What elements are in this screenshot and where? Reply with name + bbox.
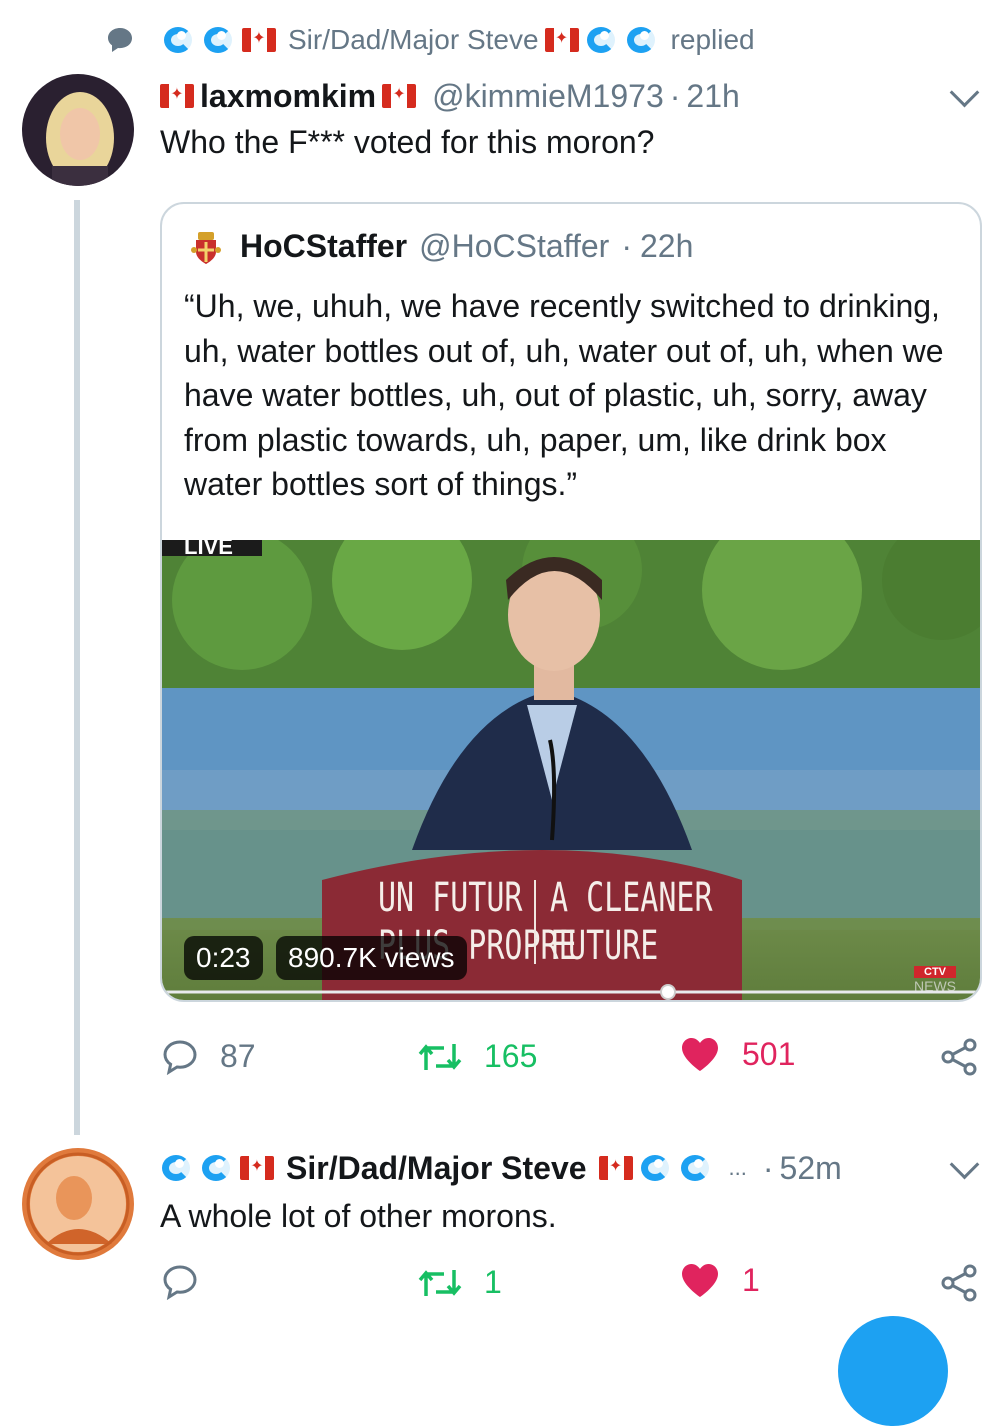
canada-flag-icon [160, 83, 194, 108]
chevron-down-icon[interactable] [949, 1149, 980, 1180]
context-user-name[interactable]: Sir/Dad/Major Steve [288, 24, 539, 56]
heart-icon [682, 1037, 718, 1071]
compose-fab[interactable] [838, 1316, 948, 1426]
retweet-button[interactable]: 1 [418, 1264, 502, 1301]
profile-photo-icon [22, 1148, 134, 1260]
retweet-icon [418, 1269, 462, 1296]
tweet-header: Sir/Dad/Major Steve ... · 52m [160, 1148, 842, 1188]
quoted-text: “Uh, we, uhuh, we have recently switched… [184, 288, 944, 502]
reply-button[interactable] [162, 1264, 220, 1300]
like-count: 501 [742, 1036, 796, 1072]
wave-emoji-icon [639, 1153, 673, 1183]
tweet-time[interactable]: 52m [780, 1150, 842, 1187]
share-icon[interactable] [940, 1264, 978, 1302]
video-views: 890.7K views [276, 936, 467, 980]
profile-photo-icon [22, 74, 134, 186]
quoted-header: HoCStaffer @HoCStaffer · 22h [240, 228, 693, 265]
canada-flag-icon [598, 1155, 633, 1180]
network-logo: CTV NEWS [914, 966, 956, 994]
reply-button[interactable]: 87 [162, 1038, 256, 1075]
quoted-time: 22h [639, 228, 694, 264]
wave-emoji-icon [162, 25, 196, 55]
context-row: Sir/Dad/Major Steve replied [106, 20, 755, 60]
avatar[interactable] [22, 74, 134, 186]
reply-icon [163, 1265, 197, 1300]
author-display-name[interactable]: laxmomkim [200, 78, 376, 115]
progress-handle[interactable] [660, 984, 676, 1000]
wave-emoji-icon [585, 25, 619, 55]
retweet-count: 1 [484, 1264, 502, 1300]
canada-flag-icon [382, 83, 417, 108]
separator-dot: · [669, 77, 681, 114]
retweet-count: 165 [484, 1038, 538, 1074]
heart-icon [682, 1263, 718, 1297]
wave-emoji-icon [625, 25, 659, 55]
context-action: replied [670, 24, 755, 55]
quoted-handle[interactable]: @HoCStaffer [419, 228, 609, 265]
podium-en-line1: A CLEANER [550, 875, 713, 921]
tweet-text: A whole lot of other morons. [160, 1198, 557, 1234]
canada-flag-icon [242, 27, 276, 52]
network-sub: NEWS [914, 978, 956, 994]
share-icon[interactable] [940, 1038, 978, 1076]
quoted-tweet-card[interactable]: HoCStaffer @HoCStaffer · 22h “Uh, we, uh… [160, 202, 982, 1002]
name-truncation: ... [728, 1155, 747, 1180]
video-player[interactable]: LIVE UN FUTUR PLUS PROPRE A CLEANER FUTU… [162, 540, 980, 1000]
quoted-display-name[interactable]: HoCStaffer [240, 228, 407, 265]
reply-icon [163, 1039, 197, 1075]
separator-dot: · [621, 228, 632, 264]
reply-count: 87 [220, 1038, 256, 1074]
thread-line [74, 200, 80, 1135]
wave-emoji-icon [202, 25, 236, 55]
author-handle[interactable]: @kimmieM1973 [432, 78, 664, 115]
podium-en-line2: FUTURE [550, 923, 659, 969]
wave-emoji-icon [679, 1153, 713, 1183]
live-label: LIVE [184, 540, 233, 559]
tweet-header: laxmomkim @kimmieM1973 · 21h [160, 76, 740, 116]
avatar[interactable] [22, 1148, 134, 1260]
canada-flag-icon [240, 1155, 274, 1180]
like-button[interactable]: 1 [680, 1262, 760, 1299]
like-button[interactable]: 501 [680, 1036, 795, 1073]
podium-text-en: A CLEANER FUTURE [550, 874, 713, 970]
wave-emoji-icon [160, 1153, 194, 1183]
wave-emoji-icon [200, 1153, 234, 1183]
retweet-icon [418, 1043, 462, 1070]
podium-fr-line1: UN FUTUR [378, 875, 523, 921]
house-of-commons-crest-icon [191, 232, 221, 264]
podium-divider [534, 880, 536, 964]
chevron-down-icon[interactable] [949, 77, 980, 108]
retweet-button[interactable]: 165 [418, 1038, 537, 1075]
like-count: 1 [742, 1262, 760, 1298]
video-duration: 0:23 [184, 936, 263, 980]
speech-bubble-icon [108, 28, 132, 52]
canada-flag-icon [544, 27, 579, 52]
separator-dot: · [762, 1149, 774, 1186]
tweet-text: Who the F*** voted for this moron? [160, 124, 655, 160]
network-name: CTV [914, 966, 956, 978]
tweet-time[interactable]: 21h [686, 78, 739, 115]
author-display-name[interactable]: Sir/Dad/Major Steve [286, 1150, 587, 1187]
